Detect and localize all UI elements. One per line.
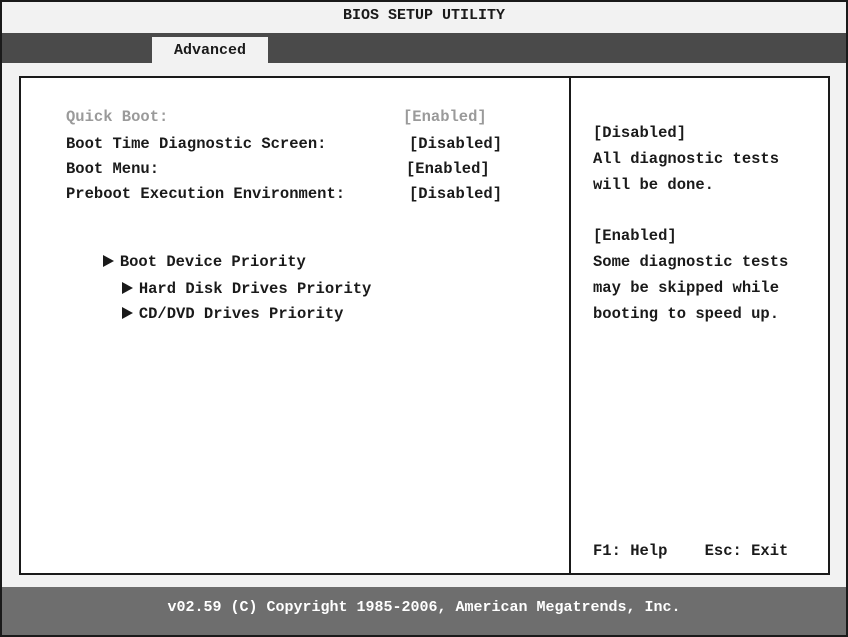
triangle-right-icon <box>121 307 133 319</box>
copyright-text: v02.59 (C) Copyright 1985-2006, American… <box>167 599 681 616</box>
help-line: Some diagnostic tests <box>593 253 789 271</box>
app-title: BIOS SETUP UTILITY <box>342 7 506 24</box>
tab-strip <box>2 33 846 63</box>
submenu-label: CD/DVD Drives Priority <box>138 305 344 323</box>
setting-quick-boot-value: [Enabled] <box>403 108 487 126</box>
help-line: All diagnostic tests <box>593 150 780 168</box>
tab-advanced[interactable]: Advanced <box>152 37 268 64</box>
help-line: will be done. <box>593 176 714 194</box>
help-line: booting to speed up. <box>593 305 780 323</box>
setting-boot-menu-label[interactable]: Boot Menu: <box>66 160 159 178</box>
setting-boot-menu-value[interactable]: [Enabled] <box>406 160 490 178</box>
help-line: may be skipped while <box>593 279 780 297</box>
key-legend: F1: Help Esc: Exit <box>593 542 789 560</box>
main-panel: Quick Boot: [Enabled] Boot Time Diagnost… <box>19 76 830 575</box>
submenu-cd-dvd-drives-priority[interactable]: CD/DVD Drives Priority <box>66 287 343 341</box>
help-line: [Enabled] <box>593 227 677 245</box>
help-line: [Disabled] <box>593 124 687 142</box>
bios-screen: BIOS SETUP UTILITY Advanced Quick Boot: … <box>0 0 848 637</box>
title-bar: BIOS SETUP UTILITY <box>2 2 846 30</box>
setting-pxe-value[interactable]: [Disabled] <box>409 185 502 203</box>
setting-boot-diagnostic-value[interactable]: [Disabled] <box>409 135 502 153</box>
setting-boot-diagnostic-label[interactable]: Boot Time Diagnostic Screen: <box>66 135 326 153</box>
setting-pxe-label[interactable]: Preboot Execution Environment: <box>66 185 345 203</box>
setting-quick-boot-label: Quick Boot: <box>66 108 169 126</box>
panel-divider <box>569 78 571 573</box>
